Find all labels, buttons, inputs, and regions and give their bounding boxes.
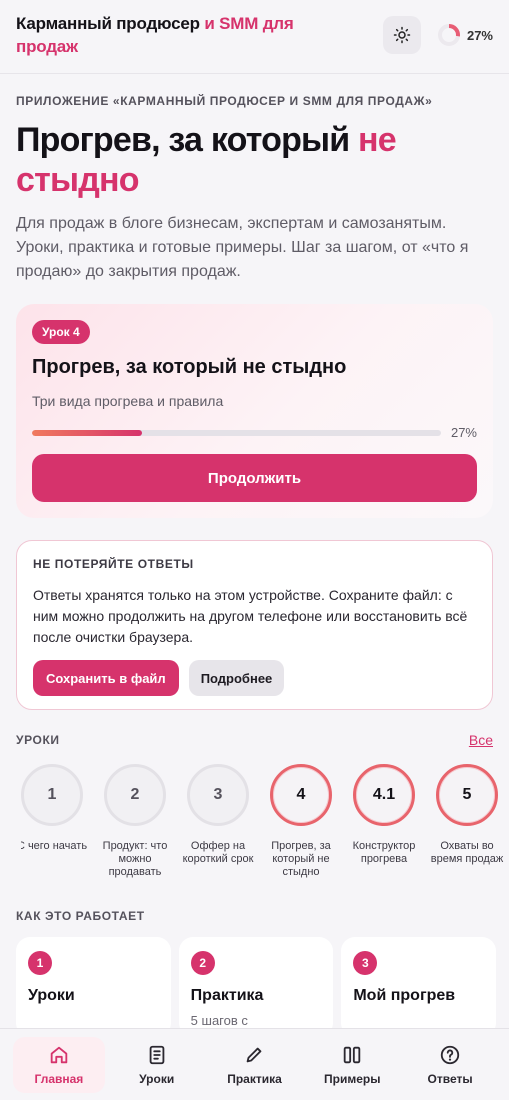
how-card-subtitle: 5 шагов с <box>190 1013 248 1028</box>
lesson-item[interactable]: 2 Продукт: что можно продавать <box>103 764 167 879</box>
how-it-works-label: КАК ЭТО РАБОТАЕТ <box>16 909 145 923</box>
lesson-caption: Оффер на короткий срок <box>182 840 254 865</box>
all-lessons-link[interactable]: Все <box>469 732 493 748</box>
how-card[interactable]: 1 Уроки <box>16 937 171 1037</box>
app-title-main: Карманный продюсер <box>16 14 200 33</box>
nav-item[interactable]: Примеры <box>306 1037 398 1093</box>
nav-item[interactable]: Практика <box>208 1037 300 1093</box>
how-card-title: Мой прогрев <box>353 987 456 1004</box>
theme-toggle-button[interactable] <box>382 16 421 54</box>
lesson-circle[interactable]: 2 <box>104 764 166 826</box>
lesson-caption: Охваты во время продаж <box>430 840 504 865</box>
lessons-section-label: УРОКИ <box>16 733 60 747</box>
lesson-item[interactable]: 4.1 Конструктор прогрева <box>353 764 415 879</box>
app-eyebrow: ПРИЛОЖЕНИЕ «КАРМАННЫЙ ПРОДЮСЕР И SMM ДЛЯ… <box>16 94 433 108</box>
lesson-circle[interactable]: 3 <box>187 764 249 826</box>
lesson-progress-label: 27% <box>450 425 477 440</box>
how-card-title: Уроки <box>28 987 75 1004</box>
lesson-item[interactable]: 5 Охваты во время продаж <box>431 764 503 879</box>
home-icon <box>50 1046 68 1063</box>
bottom-navigation: Главная Уроки Практика Примеры Ответы <box>0 1028 509 1100</box>
how-card-title: Практика <box>190 987 264 1004</box>
app-header: Карманный продюсер и SMM для продаж 27% <box>0 0 509 74</box>
lesson-circle[interactable]: 4.1 <box>353 764 415 826</box>
overall-progress-label: 27% <box>466 27 493 43</box>
lessons-strip[interactable]: 1 С чего начать 2 Продукт: что можно продав… <box>21 764 509 879</box>
current-lesson-card: Урок 4 Прогрев, за который не стыдно Три… <box>16 304 493 518</box>
nav-item[interactable]: Уроки <box>111 1037 203 1093</box>
lesson-title: Прогрев, за который не стыдно <box>32 356 347 378</box>
lesson-progress-fill <box>32 429 143 436</box>
nav-item-label: Главная <box>34 1071 84 1086</box>
more-info-button[interactable]: Подробнее <box>188 660 285 696</box>
step-number-badge: 2 <box>190 951 215 975</box>
step-number-badge: 1 <box>28 951 52 975</box>
sun-icon <box>393 26 411 44</box>
nav-item-label: Уроки <box>139 1071 175 1086</box>
lesson-badge: Урок 4 <box>32 320 90 344</box>
lesson-circle[interactable]: 5 <box>436 764 498 826</box>
nav-item[interactable]: Главная <box>12 1036 105 1093</box>
save-card-text: Ответы хранятся только на этом устройств… <box>33 587 468 645</box>
save-answers-card: НЕ ПОТЕРЯЙТЕ ОТВЕТЫ Ответы хранятся толь… <box>16 540 493 710</box>
pencil-icon <box>247 1047 262 1062</box>
lesson-item[interactable]: 1 С чего начать <box>21 764 87 879</box>
lesson-caption: Конструктор прогрева <box>352 840 416 865</box>
lesson-item[interactable]: 3 Оффер на короткий срок <box>183 764 253 879</box>
continue-button[interactable]: Продолжить <box>32 454 477 502</box>
columns-icon <box>344 1046 361 1063</box>
nav-item-label: Практика <box>227 1071 282 1086</box>
document-icon <box>149 1045 165 1064</box>
save-card-title: НЕ ПОТЕРЯЙТЕ ОТВЕТЫ <box>33 557 194 571</box>
app-title: Карманный продюсер и SMM для продаж <box>16 12 356 58</box>
how-it-works-row: 1 Уроки 2 Практика 5 шагов с 3 Мой прогрев <box>16 937 497 1037</box>
how-card[interactable]: 3 Мой прогрев <box>341 937 497 1037</box>
lesson-progress-bar <box>32 429 441 436</box>
save-to-file-button[interactable]: Сохранить в файл <box>33 660 179 696</box>
page-description: Для продаж в блоге бизнесам, экспертам и… <box>16 215 469 280</box>
step-number-badge: 3 <box>353 951 378 975</box>
lesson-item[interactable]: 4 Прогрев, за который не стыдно <box>270 764 332 879</box>
lesson-caption: Продукт: что можно продавать <box>102 840 168 878</box>
page-title: Прогрев, за который не стыдно <box>16 120 436 200</box>
nav-item-label: Ответы <box>427 1071 473 1086</box>
lesson-caption: Прогрев, за который не стыдно <box>271 840 331 878</box>
progress-ring-icon <box>437 24 460 46</box>
page-title-main: Прогрев, за который <box>16 121 359 159</box>
lesson-circle[interactable]: 1 <box>21 764 83 826</box>
overall-progress: 27% <box>437 23 493 47</box>
lesson-circle[interactable]: 4 <box>270 764 332 826</box>
nav-item[interactable]: Ответы <box>404 1037 496 1093</box>
question-icon <box>440 1045 460 1064</box>
how-card[interactable]: 2 Практика 5 шагов с <box>178 937 334 1037</box>
lesson-subtitle: Три вида прогрева и правила <box>32 393 224 409</box>
lesson-caption: С чего начать <box>21 840 88 852</box>
nav-item-label: Примеры <box>324 1071 381 1086</box>
